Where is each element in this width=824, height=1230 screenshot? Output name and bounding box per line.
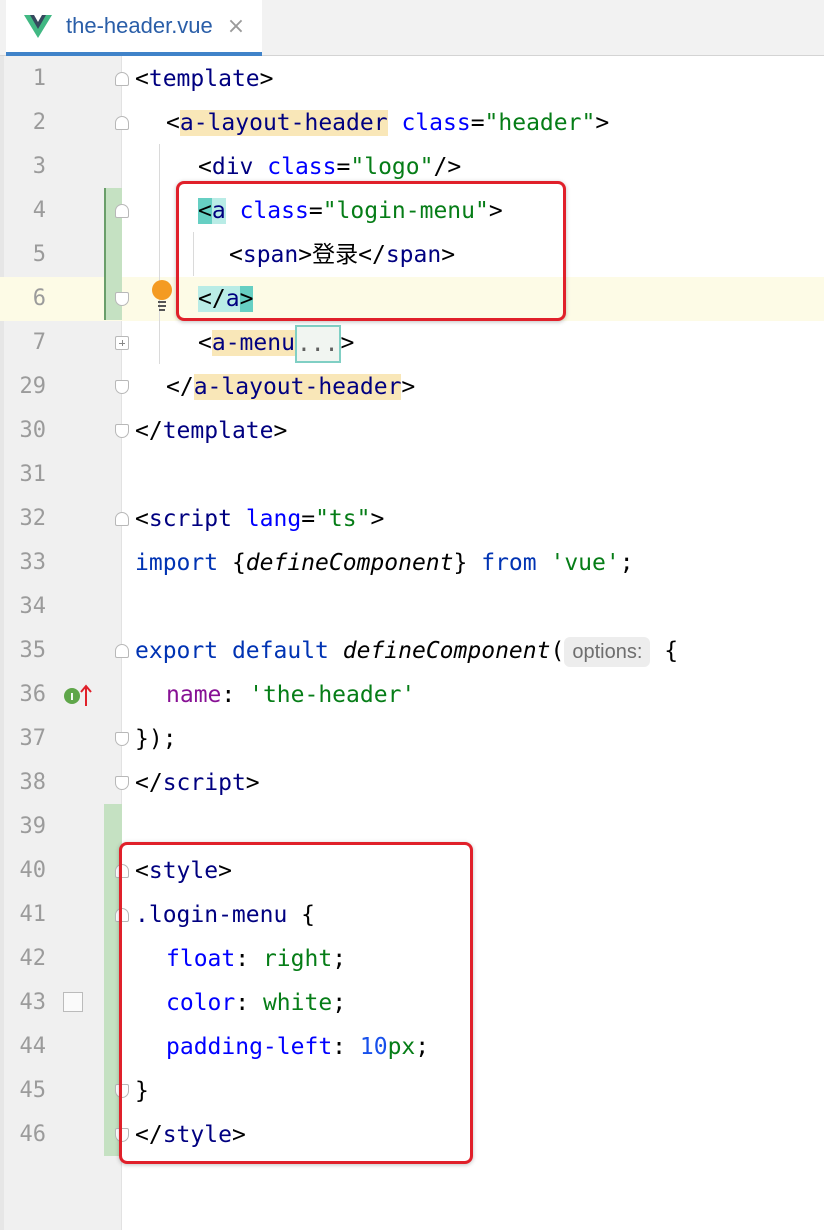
vue-logo-icon (24, 15, 52, 38)
line-number: 2 (32, 110, 46, 135)
code-text: </a-layout-header> (166, 374, 416, 400)
code-line[interactable]: 33 import {defineComponent} from 'vue'; (0, 541, 824, 585)
editor-tab-bar: the-header.vue × (0, 0, 824, 56)
line-number: 7 (32, 330, 46, 355)
line-number: 1 (32, 66, 46, 91)
tab-label: the-header.vue (66, 13, 213, 38)
line-number: 38 (19, 770, 47, 795)
fold-marker-icon[interactable] (115, 204, 129, 218)
code-text: import {defineComponent} from 'vue'; (135, 550, 634, 576)
line-number: 5 (32, 242, 46, 267)
folded-code-placeholder[interactable]: ... (294, 324, 341, 363)
code-line[interactable]: 7 <a-menu...> (0, 321, 824, 365)
code-text: name: 'the-header' (166, 682, 416, 708)
fold-marker-icon[interactable] (115, 776, 129, 790)
fold-marker-icon[interactable] (115, 644, 129, 658)
fold-marker-icon[interactable] (115, 732, 129, 746)
code-line[interactable]: 38 </script> (0, 761, 824, 805)
code-line[interactable]: 2 <a-layout-header class="header"> (0, 101, 824, 145)
close-icon[interactable]: × (227, 14, 245, 39)
line-number: 34 (19, 594, 47, 619)
line-number: 33 (19, 550, 47, 575)
fold-marker-icon[interactable] (115, 72, 129, 86)
line-number: 45 (19, 1078, 47, 1103)
code-line[interactable]: 35 export default defineComponent(option… (0, 629, 824, 673)
code-text: export default defineComponent(options: … (135, 629, 678, 673)
tab-the-header-vue[interactable]: the-header.vue × (6, 0, 262, 56)
parameter-hint: options: (564, 636, 651, 667)
line-number: 6 (32, 286, 46, 311)
line-number: 44 (19, 1034, 47, 1059)
fold-marker-icon[interactable] (115, 380, 129, 394)
line-number: 40 (19, 858, 47, 883)
line-number: 32 (19, 506, 47, 531)
code-line[interactable]: 31 (0, 453, 824, 497)
expand-fold-icon[interactable] (115, 336, 129, 350)
line-number: 29 (19, 374, 47, 399)
svg-text:I: I (70, 692, 74, 703)
code-text: <a-layout-header class="header"> (166, 110, 610, 136)
line-number: 30 (19, 418, 47, 443)
code-line[interactable]: 30 </template> (0, 409, 824, 453)
code-text: <a-menu...> (198, 321, 354, 365)
line-number: 43 (19, 990, 47, 1015)
line-number: 35 (19, 638, 47, 663)
fold-marker-icon[interactable] (115, 292, 129, 306)
code-text: <script lang="ts"> (135, 506, 385, 532)
code-text: }); (135, 726, 177, 752)
code-line[interactable]: 34 (0, 585, 824, 629)
line-number: 41 (19, 902, 47, 927)
highlight-frame (119, 842, 473, 1164)
line-number: 4 (32, 198, 46, 223)
implements-method-icon[interactable]: I (62, 684, 92, 708)
code-line[interactable]: 29 </a-layout-header> (0, 365, 824, 409)
line-number: 37 (19, 726, 47, 751)
bookmark-checkbox[interactable] (63, 992, 83, 1012)
line-number: 31 (19, 462, 47, 487)
line-number: 42 (19, 946, 47, 971)
code-text: </template> (135, 418, 288, 444)
code-text: <template> (135, 66, 274, 92)
code-line[interactable]: 32 <script lang="ts"> (0, 497, 824, 541)
line-number: 3 (32, 154, 46, 179)
highlight-frame (176, 181, 566, 321)
code-line[interactable]: 37 }); (0, 717, 824, 761)
lightbulb-icon[interactable] (150, 280, 174, 314)
fold-marker-icon[interactable] (115, 512, 129, 526)
code-line[interactable]: 36 name: 'the-header' (0, 673, 824, 717)
line-number: 46 (19, 1122, 47, 1147)
line-number: 36 (19, 682, 47, 707)
code-text: </script> (135, 770, 260, 796)
code-line[interactable]: 1 <template> (0, 57, 824, 101)
line-number: 39 (19, 814, 47, 839)
fold-marker-icon[interactable] (115, 424, 129, 438)
fold-marker-icon[interactable] (115, 116, 129, 130)
